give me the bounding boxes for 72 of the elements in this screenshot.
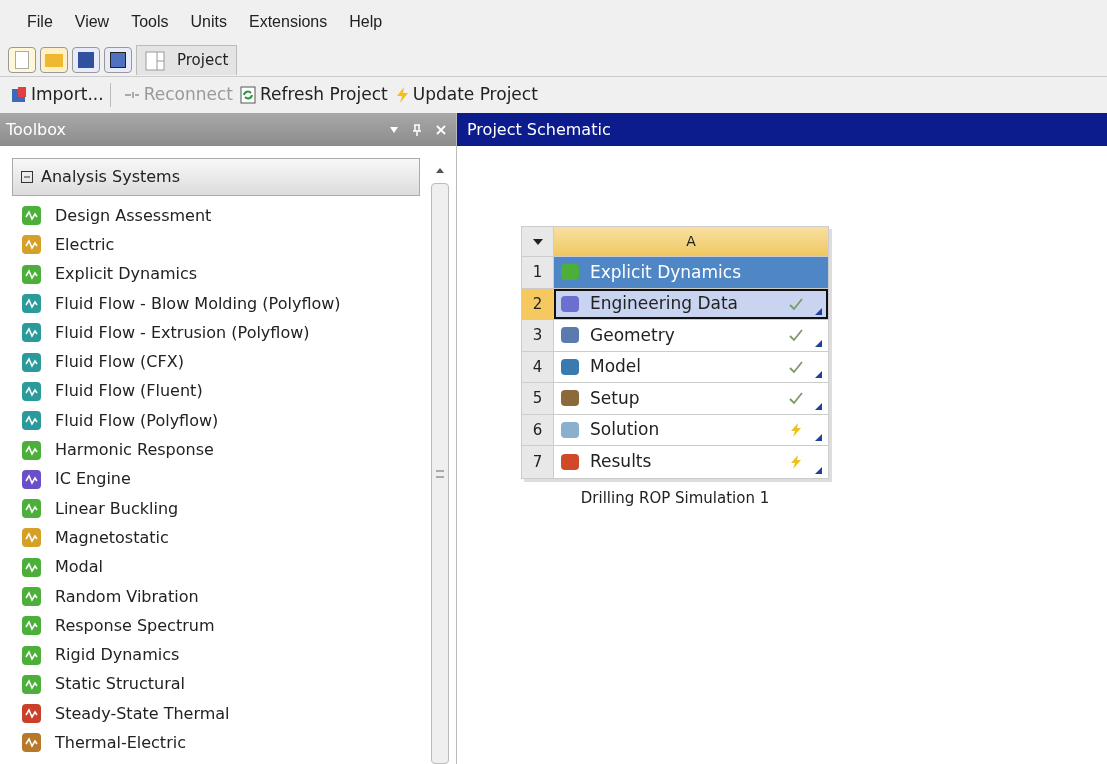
toolbox-item[interactable]: Harmonic Response bbox=[22, 435, 420, 465]
toolbox-item[interactable]: Explicit Dynamics bbox=[22, 259, 420, 289]
lightning-icon bbox=[789, 421, 803, 438]
pin-icon[interactable] bbox=[412, 123, 422, 136]
toolbox-item[interactable]: Thermal-Electric bbox=[22, 728, 420, 758]
cell-icon bbox=[560, 293, 580, 314]
toolbox-item[interactable]: Fluid Flow (Fluent) bbox=[22, 376, 420, 407]
menu-item[interactable]: Help bbox=[338, 10, 394, 34]
collapse-icon bbox=[21, 171, 33, 183]
cell-icon bbox=[560, 356, 580, 377]
layout-icon bbox=[145, 50, 165, 71]
group-header[interactable]: Analysis Systems bbox=[12, 158, 420, 196]
corner-icon bbox=[815, 466, 822, 474]
panel-title: Project Schematic bbox=[467, 118, 611, 141]
toolbox-item[interactable]: Fluid Flow (Polyflow) bbox=[22, 406, 420, 436]
system-title[interactable]: Explicit Dynamics bbox=[554, 257, 828, 288]
system-cell[interactable]: Model bbox=[554, 351, 828, 382]
check-icon bbox=[788, 296, 804, 311]
toolbox-item[interactable]: Fluid Flow (CFX) bbox=[22, 347, 420, 377]
new-file-icon[interactable] bbox=[8, 47, 36, 73]
system-cell[interactable]: Geometry bbox=[554, 320, 828, 351]
toolbar-button[interactable]: Refresh Project bbox=[238, 82, 388, 108]
check-icon bbox=[788, 391, 804, 406]
row-number: 2 bbox=[522, 288, 554, 319]
corner-icon bbox=[815, 371, 822, 378]
toolbox-item[interactable]: Design Assessment bbox=[22, 201, 420, 231]
toolbox-item[interactable]: IC Engine bbox=[22, 464, 420, 494]
toolbar-button[interactable]: Import... bbox=[10, 82, 104, 108]
toolbox-item[interactable]: Magnetostatic bbox=[22, 523, 420, 553]
toolbar-button[interactable]: Update Project bbox=[393, 82, 538, 108]
toolbox-item[interactable]: Electric bbox=[22, 230, 420, 260]
refresh-icon bbox=[238, 86, 257, 104]
menu-item[interactable]: View bbox=[63, 10, 121, 34]
menu-item[interactable]: Extensions bbox=[238, 10, 339, 34]
toolbox-item[interactable]: Fluid Flow - Blow Molding (Polyflow) bbox=[22, 288, 420, 319]
lightning-icon bbox=[789, 453, 803, 470]
corner-icon bbox=[815, 434, 822, 441]
system-table[interactable]: A 1 Explicit Dynamics 2 Engineering Data 3 Geometry 4 Model 5 Setup 6 Solution 7 Results bbox=[521, 226, 829, 479]
toolbox-item[interactable]: Steady-State Thermal bbox=[22, 699, 420, 729]
toolbox-item[interactable]: Rigid Dynamics bbox=[22, 640, 420, 670]
column-header: A bbox=[554, 227, 828, 256]
cell-icon bbox=[560, 419, 580, 440]
corner-icon bbox=[815, 308, 822, 315]
toolbox-item[interactable]: Fluid Flow - Extrusion (Polyflow) bbox=[22, 318, 420, 348]
check-icon bbox=[788, 328, 804, 343]
cell-icon bbox=[560, 325, 580, 346]
cell-icon bbox=[560, 262, 580, 283]
cell-icon bbox=[560, 451, 580, 472]
toolbox-item[interactable]: Response Spectrum bbox=[22, 611, 420, 641]
dropdown-icon[interactable] bbox=[532, 238, 543, 245]
toolbox-item[interactable]: Linear Buckling bbox=[22, 493, 420, 524]
system-cell[interactable]: Engineering Data bbox=[554, 288, 828, 319]
menu-item[interactable]: Units bbox=[179, 10, 238, 34]
import-icon bbox=[10, 86, 28, 104]
save-icon[interactable] bbox=[72, 47, 100, 73]
menu-item[interactable]: File bbox=[16, 10, 64, 34]
project-tab[interactable]: Project bbox=[136, 45, 238, 75]
corner-icon bbox=[815, 339, 822, 347]
system-cell[interactable]: Solution bbox=[554, 414, 828, 445]
system-cell[interactable]: Setup bbox=[554, 383, 828, 414]
panel-title: Toolbox bbox=[6, 118, 66, 141]
scroll-up-icon[interactable] bbox=[436, 168, 444, 173]
toolbox-item[interactable]: Static Structural bbox=[22, 669, 420, 700]
cell-icon bbox=[560, 388, 580, 409]
corner-icon bbox=[815, 402, 822, 410]
check-icon bbox=[788, 359, 804, 374]
toolbox-item[interactable]: Random Vibration bbox=[22, 581, 420, 612]
system-name[interactable]: Drilling ROP Simulation 1 bbox=[580, 486, 770, 509]
close-icon[interactable] bbox=[436, 124, 446, 135]
toolbox-item[interactable]: Modal bbox=[22, 552, 420, 582]
system-cell[interactable]: Results bbox=[554, 446, 828, 478]
menu-item[interactable]: Tools bbox=[120, 10, 180, 34]
